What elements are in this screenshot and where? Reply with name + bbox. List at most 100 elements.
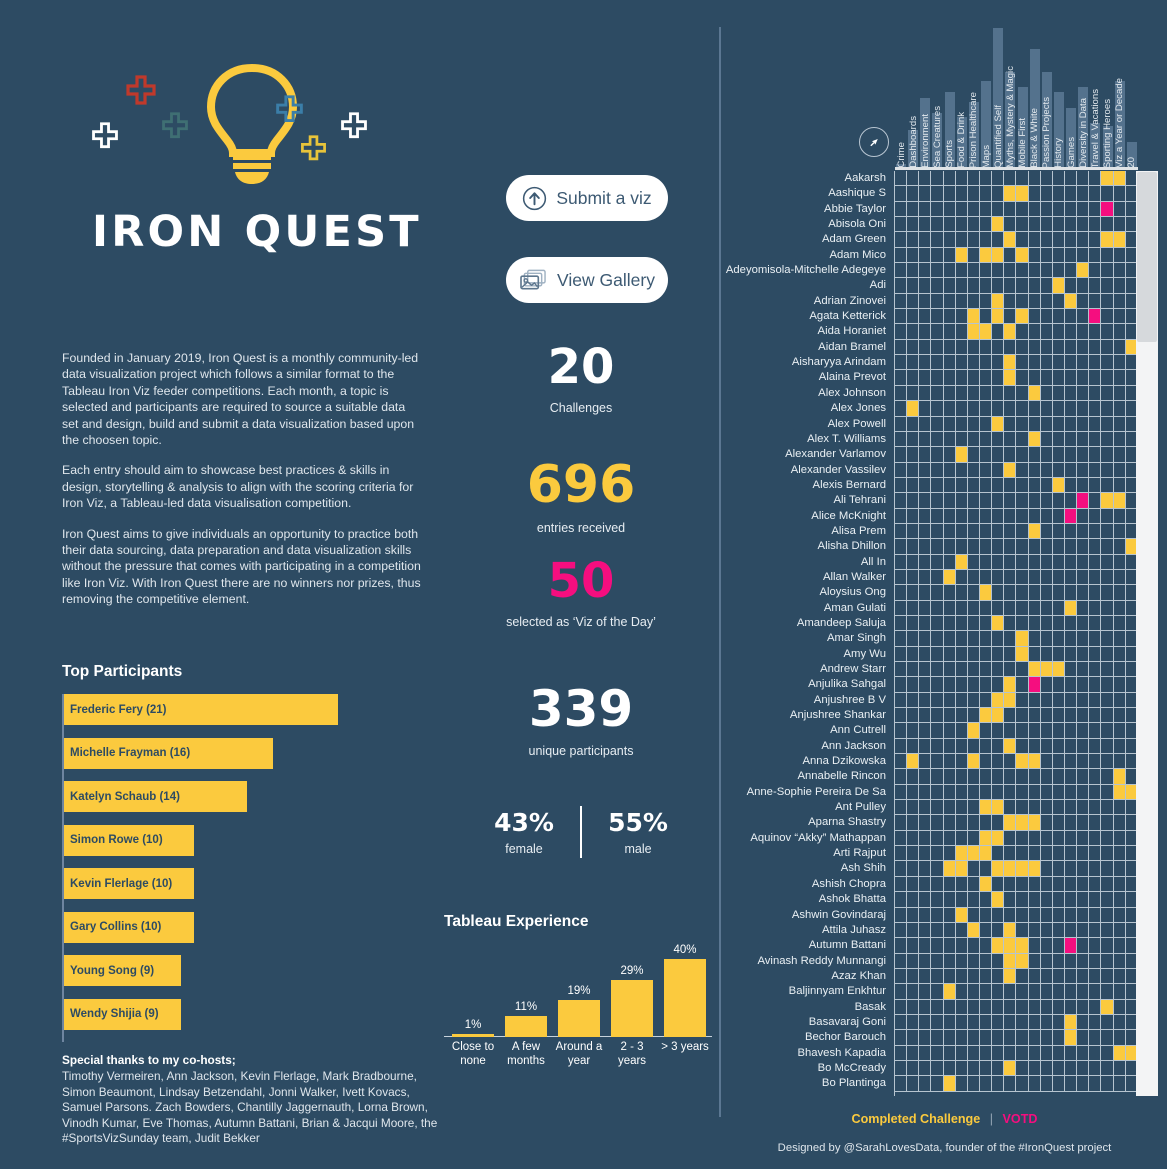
matrix-cell-empty[interactable] (907, 217, 920, 233)
matrix-cell-empty[interactable] (1004, 217, 1017, 233)
matrix-cell-completed[interactable] (1016, 938, 1029, 954)
matrix-cell-empty[interactable] (1052, 815, 1065, 831)
matrix-cell-empty[interactable] (1016, 554, 1029, 570)
matrix-cell-empty[interactable] (943, 907, 956, 923)
matrix-cell-empty[interactable] (967, 1014, 980, 1031)
matrix-cell-empty[interactable] (1089, 953, 1102, 969)
matrix-cell-empty[interactable] (1064, 401, 1078, 417)
matrix-cell-empty[interactable] (1101, 339, 1114, 356)
matrix-cell-empty[interactable] (1077, 968, 1090, 985)
matrix-cell-empty[interactable] (895, 339, 908, 356)
matrix-cell-empty[interactable] (1089, 784, 1102, 801)
matrix-cell-completed[interactable] (1004, 815, 1017, 831)
matrix-cell-empty[interactable] (931, 1014, 944, 1031)
matrix-cell-empty[interactable] (1028, 355, 1041, 371)
matrix-cell-empty[interactable] (1113, 370, 1126, 386)
matrix-cell-empty[interactable] (979, 339, 993, 356)
matrix-cell-empty[interactable] (895, 876, 908, 893)
matrix-cell-empty[interactable] (895, 508, 908, 524)
matrix-cell-empty[interactable] (919, 800, 932, 816)
matrix-cell-empty[interactable] (931, 217, 944, 233)
matrix-cell-empty[interactable] (1004, 523, 1017, 540)
matrix-cell-empty[interactable] (907, 907, 920, 923)
matrix-cell-empty[interactable] (1064, 569, 1078, 586)
matrix-cell-empty[interactable] (967, 1076, 980, 1092)
matrix-cell-empty[interactable] (931, 984, 944, 1000)
matrix-cell-empty[interactable] (895, 355, 908, 371)
matrix-cell-empty[interactable] (1016, 876, 1029, 893)
matrix-cell-empty[interactable] (1101, 723, 1114, 739)
matrix-cell-empty[interactable] (992, 554, 1005, 570)
matrix-cell-empty[interactable] (955, 217, 968, 233)
matrix-cell-empty[interactable] (1004, 477, 1017, 494)
matrix-cell-empty[interactable] (1004, 569, 1017, 586)
matrix-cell-empty[interactable] (919, 508, 932, 524)
matrix-cell-empty[interactable] (943, 938, 956, 954)
matrix-cell-empty[interactable] (919, 585, 932, 601)
matrix-cell-empty[interactable] (919, 523, 932, 540)
matrix-cell-empty[interactable] (1016, 477, 1029, 494)
matrix-cell-empty[interactable] (1016, 278, 1029, 294)
matrix-cell-empty[interactable] (1028, 569, 1041, 586)
matrix-cell-empty[interactable] (1113, 324, 1126, 340)
matrix-cell-empty[interactable] (919, 938, 932, 954)
matrix-cell-empty[interactable] (931, 339, 944, 356)
matrix-cell-empty[interactable] (1077, 447, 1090, 463)
matrix-cell-empty[interactable] (1101, 539, 1114, 555)
matrix-cell-empty[interactable] (1101, 217, 1114, 233)
matrix-cell-empty[interactable] (919, 631, 932, 647)
matrix-cell-empty[interactable] (967, 938, 980, 954)
matrix-cell-empty[interactable] (943, 769, 956, 785)
matrix-cell-empty[interactable] (931, 539, 944, 555)
matrix-cell-empty[interactable] (1089, 1076, 1102, 1092)
pointer-arrow-circle-icon[interactable] (859, 127, 889, 157)
matrix-cell-empty[interactable] (1004, 800, 1017, 816)
matrix-cell-empty[interactable] (1040, 631, 1053, 647)
matrix-cell-empty[interactable] (895, 1030, 908, 1046)
matrix-cell-empty[interactable] (1064, 339, 1078, 356)
matrix-cell-empty[interactable] (1040, 217, 1053, 233)
matrix-cell-empty[interactable] (967, 784, 980, 801)
matrix-cell-empty[interactable] (967, 477, 980, 494)
matrix-cell-empty[interactable] (1113, 846, 1126, 862)
matrix-cell-empty[interactable] (992, 738, 1005, 755)
matrix-cell-empty[interactable] (931, 401, 944, 417)
matrix-cell-completed[interactable] (992, 293, 1005, 310)
matrix-cell-empty[interactable] (931, 355, 944, 371)
matrix-cell-completed[interactable] (1028, 662, 1041, 678)
matrix-cell-empty[interactable] (1113, 830, 1126, 847)
matrix-cell-completed[interactable] (979, 830, 993, 847)
matrix-cell-empty[interactable] (919, 324, 932, 340)
matrix-cell-empty[interactable] (895, 554, 908, 570)
matrix-cell-empty[interactable] (1101, 800, 1114, 816)
matrix-cell-empty[interactable] (1040, 171, 1053, 187)
matrix-cell-empty[interactable] (1004, 830, 1017, 847)
matrix-cell-empty[interactable] (1064, 309, 1078, 325)
matrix-cell-empty[interactable] (1052, 462, 1065, 478)
matrix-cell-empty[interactable] (1113, 569, 1126, 586)
matrix-cell-votd[interactable] (1064, 508, 1078, 524)
matrix-cell-empty[interactable] (955, 569, 968, 586)
matrix-cell-empty[interactable] (1089, 1030, 1102, 1046)
matrix-cell-empty[interactable] (1101, 554, 1114, 570)
matrix-cell-empty[interactable] (895, 692, 908, 709)
matrix-cell-empty[interactable] (1016, 171, 1029, 187)
matrix-cell-empty[interactable] (992, 769, 1005, 785)
matrix-cell-empty[interactable] (967, 508, 980, 524)
matrix-cell-empty[interactable] (1089, 324, 1102, 340)
matrix-cell-empty[interactable] (1052, 968, 1065, 985)
matrix-cell-empty[interactable] (979, 263, 993, 279)
matrix-cell-empty[interactable] (1089, 539, 1102, 555)
matrix-cell-empty[interactable] (1101, 401, 1114, 417)
matrix-cell-empty[interactable] (931, 431, 944, 448)
matrix-cell-empty[interactable] (967, 554, 980, 570)
matrix-cell-empty[interactable] (1113, 554, 1126, 570)
matrix-cell-empty[interactable] (1040, 723, 1053, 739)
matrix-cell-empty[interactable] (967, 968, 980, 985)
matrix-cell-empty[interactable] (1064, 846, 1078, 862)
matrix-cell-empty[interactable] (1016, 677, 1029, 693)
matrix-cell-empty[interactable] (992, 999, 1005, 1015)
matrix-cell-empty[interactable] (907, 431, 920, 448)
matrix-cell-completed[interactable] (1016, 953, 1029, 969)
matrix-cell-empty[interactable] (1052, 293, 1065, 310)
